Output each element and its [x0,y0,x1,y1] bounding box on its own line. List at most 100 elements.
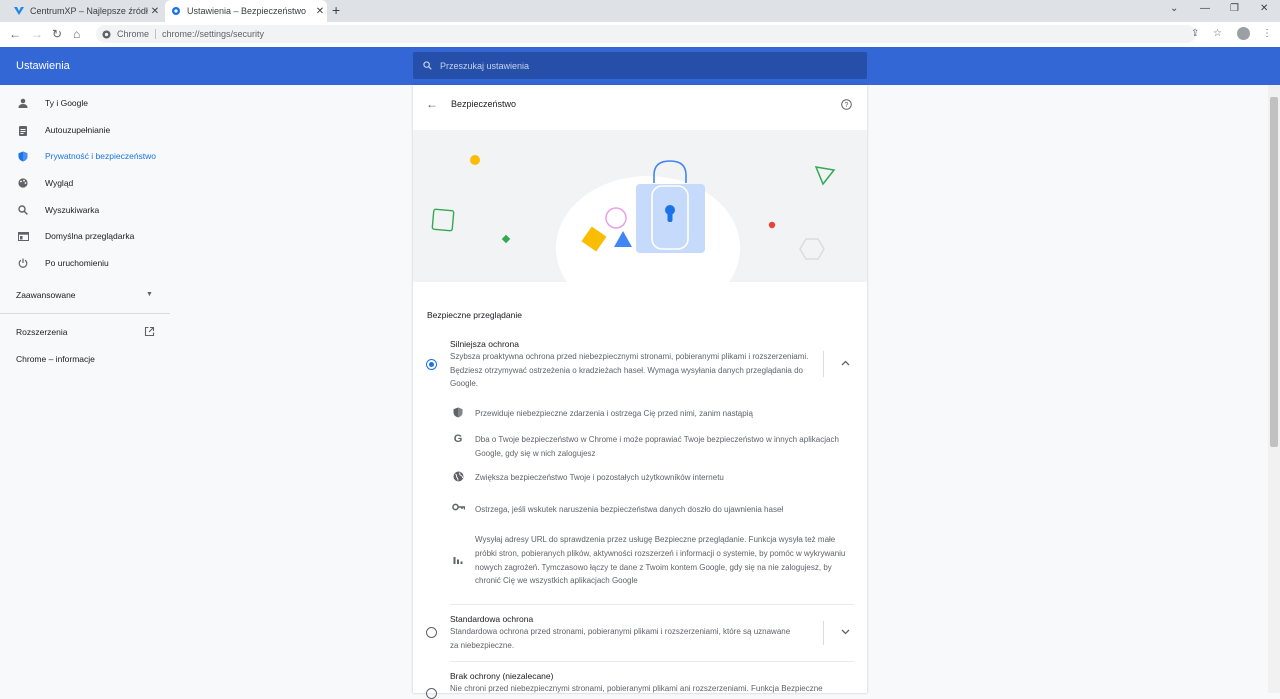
open-in-new-icon [144,326,155,339]
share-icon[interactable]: ⇪ [1191,28,1199,39]
restore-icon[interactable]: ❐ [1230,3,1239,14]
sidebar-item-label: Ty i Google [45,98,88,108]
bullet-item: Wysyłaj adresy URL do sprawdzenia przez … [451,533,847,588]
sidebar-item-on-startup[interactable]: Po uruchomieniu [16,256,109,270]
chrome-site-icon [102,29,111,39]
menu-icon[interactable]: ⋮ [1262,28,1272,39]
back-icon[interactable]: ← [9,27,21,41]
close-window-icon[interactable]: ✕ [1260,3,1268,14]
bullet-item: G Dba o Twoje bezpieczeństwo w Chrome i … [451,433,847,461]
option-divider [450,604,854,605]
option-description: Nie chroni przed niebezpiecznymi stronam… [450,684,823,693]
sidebar-item-appearance[interactable]: Wygląd [16,176,73,190]
option-description: Szybsza proaktywna ochrona przed niebezp… [450,352,809,388]
tab-search-icon[interactable]: ⌄ [1170,3,1178,14]
option-title: Brak ochrony (niezalecane) [450,671,554,681]
sidebar-item-search-engine[interactable]: Wyszukiwarka [16,203,99,217]
sidebar-about-label: Chrome – informacje [16,354,95,364]
bullet-item: Ostrzega, jeśli wskutek naruszenia bezpi… [451,503,847,517]
person-icon [16,98,30,108]
standard-protection-radio[interactable] [426,627,437,638]
lock-illustration [431,155,836,282]
settings-gear-icon [171,6,181,16]
bookmark-star-icon[interactable]: ☆ [1213,28,1222,39]
chevron-down-icon[interactable] [841,627,850,638]
page-title: Bezpieczeństwo [451,99,517,109]
sidebar-advanced-label: Zaawansowane [16,290,76,300]
browser-icon [16,231,30,241]
new-tab-icon[interactable]: + [332,2,340,18]
key-icon [451,503,465,517]
tab-strip: CentrumXP – Najlepsze źródło z ✕ Ustawie… [0,0,1280,22]
minimize-icon[interactable]: — [1200,3,1210,14]
sidebar-item-privacy[interactable]: Prywatność i bezpieczeństwo [16,149,156,163]
bullet-text: Ostrzega, jeśli wskutek naruszenia bezpi… [475,505,784,514]
shield-icon [16,151,30,162]
home-icon[interactable]: ⌂ [73,27,80,41]
sidebar-item-label: Po uruchomieniu [45,258,109,268]
search-placeholder: Przeszukaj ustawienia [440,60,530,71]
bullet-text: Przewiduje niebezpieczne zdarzenia i ost… [475,409,753,418]
option-divider [450,661,854,662]
caret-down-icon: ▼ [146,291,153,298]
expand-divider [823,351,824,377]
svg-text:?: ? [845,102,849,109]
sidebar-item-label: Prywatność i bezpieczeństwo [45,151,157,161]
centrumxp-icon [14,6,24,16]
address-bar[interactable]: Chrome chrome://settings/security [96,25,1196,43]
url-text[interactable]: chrome://settings/security [162,29,264,39]
sidebar-divider [0,313,170,314]
option-description: Standardowa ochrona przed stronami, pobi… [450,627,791,650]
settings-search[interactable]: Przeszukaj ustawienia [413,52,867,79]
sidebar-extensions-label: Rozszerzenia [16,327,68,337]
expand-divider [823,621,824,645]
bullet-text: Zwiększa bezpieczeństwo Twoje i pozostał… [475,473,724,482]
bullet-text: Dba o Twoje bezpieczeństwo w Chrome i mo… [475,435,839,458]
tab-title: Ustawienia – Bezpieczeństwo [187,6,307,16]
back-arrow-icon[interactable]: ← [426,97,438,111]
sidebar-item-label: Autouzupełnianie [45,125,111,135]
bar-chart-icon [451,555,465,567]
sidebar-item-default-browser[interactable]: Domyślna przeglądarka [16,229,134,243]
security-card: ← Bezpieczeństwo ? Bezpieczne przeglądan… [413,85,867,699]
globe-icon [451,471,465,485]
omnibox-divider [155,29,157,39]
settings-header: Ustawienia Przeszukaj ustawienia [0,47,1280,85]
enhanced-protection-radio[interactable] [426,359,437,370]
safe-browsing-section-title: Bezpieczne przeglądanie [427,310,522,320]
sidebar-about-chrome[interactable]: Chrome – informacje [16,354,95,364]
help-icon[interactable]: ? [841,97,852,115]
page-header: ← Bezpieczeństwo ? [413,85,867,130]
search-icon [16,205,30,215]
close-tab-icon[interactable]: ✕ [313,6,327,17]
bullet-item: Przewiduje niebezpieczne zdarzenia i ost… [451,407,847,421]
chevron-up-icon[interactable] [841,358,850,369]
scrollbar-thumb[interactable] [1270,97,1278,447]
sidebar-advanced[interactable]: Zaawansowane ▼ [16,290,154,300]
sidebar-item-label: Wygląd [45,178,74,188]
sidebar-item-autofill[interactable]: Autouzupełnianie [16,123,110,137]
reload-icon[interactable]: ↻ [52,27,62,41]
bullet-text: Wysyłaj adresy URL do sprawdzenia przez … [475,535,846,586]
forward-icon[interactable]: → [31,27,43,41]
security-illustration [413,130,867,282]
profile-avatar[interactable] [1237,27,1250,40]
page-scrollbar[interactable] [1268,85,1280,693]
browser-toolbar: ← → ↻ ⌂ Chrome chrome://settings/securit… [0,22,1280,48]
close-tab-icon[interactable]: ✕ [148,6,162,17]
no-protection-radio[interactable] [426,688,437,699]
settings-title: Ustawienia [16,60,70,72]
tab-title: CentrumXP – Najlepsze źródło z [30,6,148,16]
search-icon [423,61,432,70]
power-icon [16,258,30,268]
clipboard-icon [16,125,30,136]
sidebar-item-you-and-google[interactable]: Ty i Google [16,96,88,110]
option-title: Standardowa ochrona [450,614,534,624]
site-name: Chrome [117,29,150,39]
sidebar-extensions[interactable]: Rozszerzenia [16,326,156,339]
tab-centrumxp[interactable]: CentrumXP – Najlepsze źródło z ✕ [8,0,162,22]
google-icon: G [453,433,463,445]
option-title: Silniejsza ochrona [450,339,519,349]
palette-icon [16,178,30,188]
tab-settings[interactable]: Ustawienia – Bezpieczeństwo ✕ [165,0,327,22]
